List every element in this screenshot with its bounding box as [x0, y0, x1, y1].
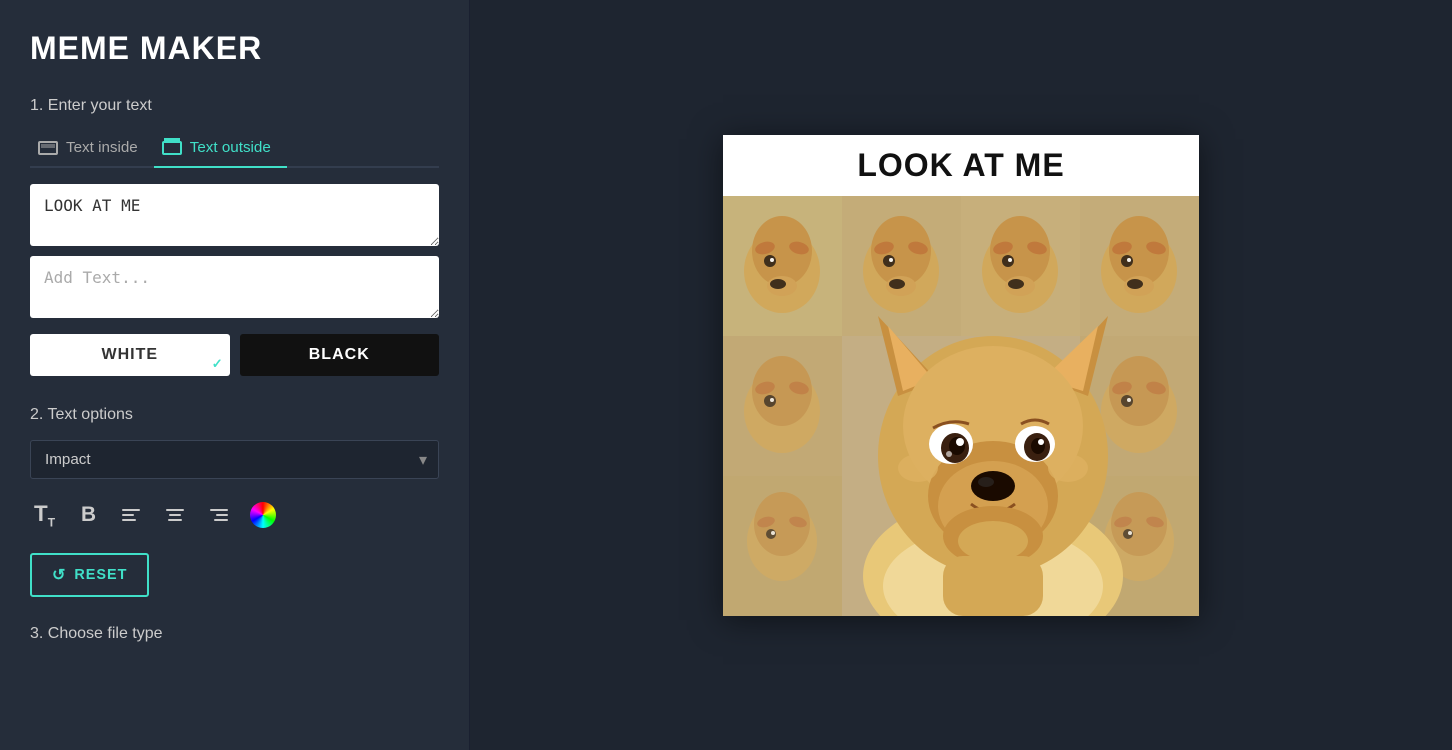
bottom-text-input[interactable] — [30, 256, 439, 318]
text-inside-icon — [38, 141, 58, 155]
app-title: MEME MAKER — [30, 30, 439, 67]
reset-label: RESET — [74, 567, 127, 583]
right-panel: LOOK AT ME — [470, 0, 1452, 750]
meme-image-area — [723, 196, 1199, 616]
font-select-wrapper: Impact Arial Comic Sans MS Times New Rom… — [30, 440, 439, 479]
text-position-tabs: Text inside Text outside — [30, 131, 439, 168]
align-center-icon — [166, 509, 184, 521]
font-size-icon: TT — [34, 501, 55, 529]
align-right-button[interactable] — [206, 505, 232, 525]
color-buttons-group: WHITE BLACK — [30, 334, 439, 376]
align-left-icon — [122, 509, 140, 521]
font-size-button[interactable]: TT — [30, 497, 59, 533]
tab-outside-label: Text outside — [190, 139, 271, 156]
align-right-icon — [210, 509, 228, 521]
tab-inside-label: Text inside — [66, 139, 138, 156]
bold-button[interactable]: B — [77, 499, 100, 531]
text-outside-icon — [162, 141, 182, 155]
color-picker-button[interactable] — [250, 502, 276, 528]
step1-label: 1. Enter your text — [30, 97, 439, 115]
meme-image-svg — [723, 196, 1199, 616]
step3-label: 3. Choose file type — [30, 625, 439, 643]
text-options-section: 2. Text options Impact Arial Comic Sans … — [30, 406, 439, 597]
align-left-button[interactable] — [118, 505, 144, 525]
align-center-button[interactable] — [162, 505, 188, 525]
formatting-toolbar: TT B — [30, 497, 439, 533]
top-text-input[interactable]: LOOK AT ME — [30, 184, 439, 246]
tab-text-outside[interactable]: Text outside — [154, 131, 287, 168]
tab-text-inside[interactable]: Text inside — [30, 131, 154, 168]
font-select[interactable]: Impact Arial Comic Sans MS Times New Rom… — [30, 440, 439, 479]
step2-label: 2. Text options — [30, 406, 439, 424]
white-color-button[interactable]: WHITE — [30, 334, 230, 376]
meme-top-text: LOOK AT ME — [723, 135, 1199, 196]
reset-icon: ↺ — [52, 565, 66, 585]
black-color-button[interactable]: BLACK — [240, 334, 440, 376]
meme-preview: LOOK AT ME — [723, 135, 1199, 616]
text-inputs-container: LOOK AT ME — [30, 184, 439, 318]
reset-button[interactable]: ↺ RESET — [30, 553, 149, 597]
left-panel: MEME MAKER 1. Enter your text Text insid… — [0, 0, 470, 750]
bold-icon: B — [81, 503, 96, 527]
